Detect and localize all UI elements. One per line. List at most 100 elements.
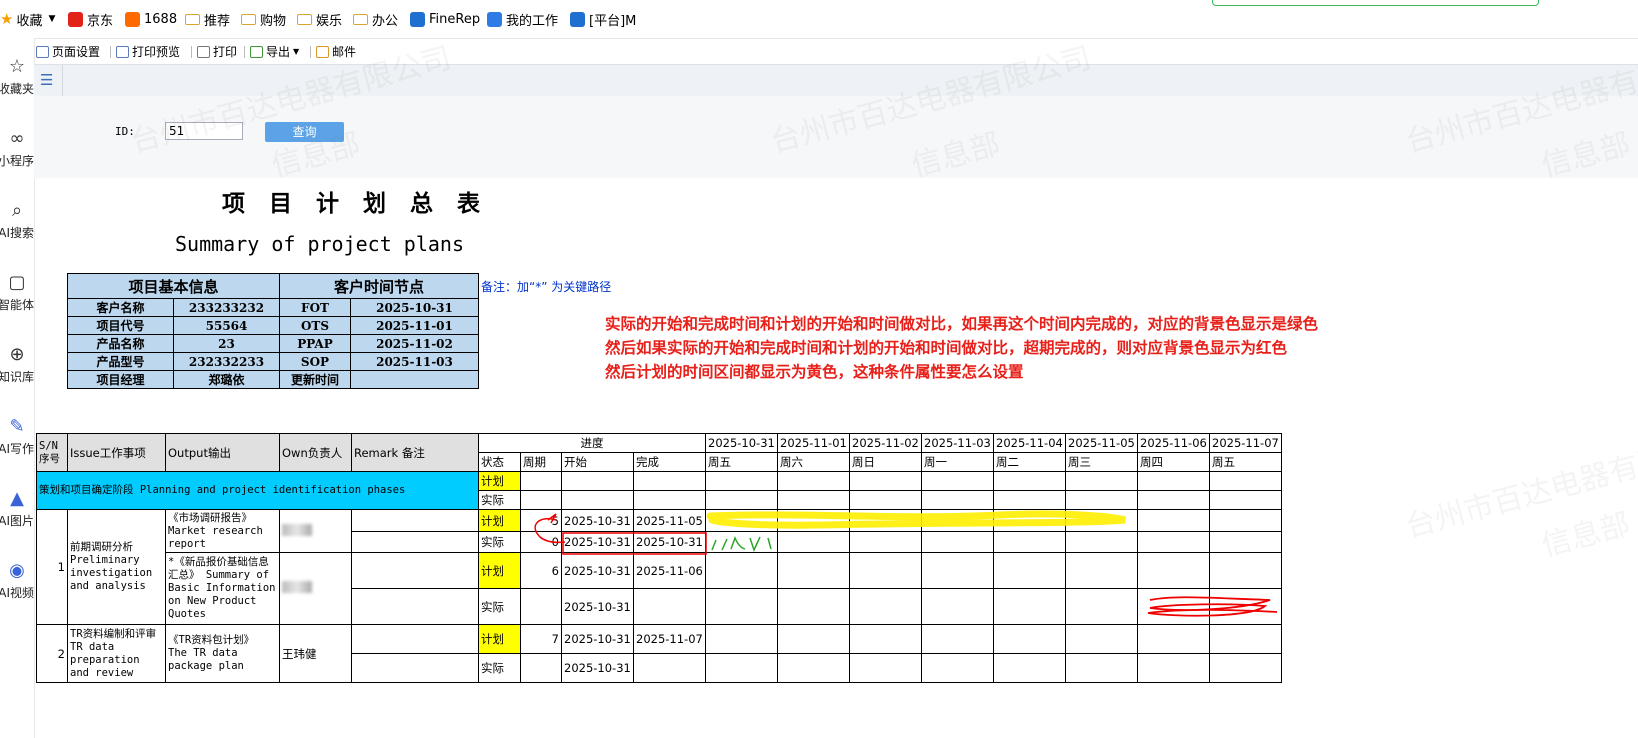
- info-value: 232332233: [173, 352, 280, 371]
- bookmark-mywork[interactable]: 我的工作: [487, 0, 558, 38]
- weekday-header: 周五: [705, 452, 778, 472]
- rail-ai-write[interactable]: ✎ AI写作: [0, 416, 34, 457]
- remark-cell: [351, 588, 479, 625]
- rail-favorites[interactable]: ☆ 收藏夹: [0, 56, 34, 97]
- day-cell: [705, 588, 778, 625]
- bookmark-folder-shopping[interactable]: 购物: [241, 0, 286, 38]
- watermark-text: 信息部: [1537, 506, 1634, 564]
- date-header: 2025-11-02: [849, 433, 922, 453]
- page-setup-icon: [36, 45, 49, 58]
- print-preview-button[interactable]: 打印预览: [116, 43, 180, 60]
- start-cell: 2025-10-31: [561, 531, 634, 553]
- rail-agent[interactable]: ▢ 智能体: [0, 272, 34, 313]
- export-button[interactable]: 导出 ▼: [250, 43, 299, 60]
- finish-cell: 2025-11-05: [633, 509, 706, 532]
- bookmark-label: 办公: [372, 13, 399, 29]
- day-cell: [1137, 653, 1210, 683]
- weekday-header: 周日: [849, 452, 922, 472]
- day-cell: [705, 531, 778, 553]
- info-value: 2025-11-02: [350, 334, 479, 353]
- day-cell: [1209, 624, 1282, 654]
- output-cell: 《市场调研报告》 Market research report: [165, 509, 280, 553]
- finish-cell: [633, 471, 706, 491]
- rail-miniprogram[interactable]: ∞ 小程序: [0, 128, 34, 169]
- rail-ai-search[interactable]: ⌕ AI搜索: [0, 200, 34, 241]
- start-cell: [561, 471, 634, 491]
- day-cell: [705, 509, 778, 532]
- print-button[interactable]: 打印: [197, 43, 237, 60]
- bookmark-platform[interactable]: [平台]M: [570, 0, 636, 38]
- bookmark-favorites[interactable]: ★ 收藏 ▼: [0, 0, 55, 38]
- day-cell: [777, 490, 850, 510]
- toolbar-divider: [110, 46, 111, 58]
- 1688-icon: [125, 11, 140, 27]
- bookmark-label: FineRep: [429, 11, 481, 27]
- bookmark-label: 收藏: [16, 13, 43, 29]
- remark-cell: [351, 531, 479, 553]
- day-cell: [993, 490, 1066, 510]
- bookmark-jd[interactable]: 京东: [68, 0, 113, 38]
- bookmark-finereport[interactable]: FineRep: [410, 0, 480, 38]
- question-line: 实际的开始和完成时间和计划的开始和时间做对比，如果再这个时间内完成的，对应的背景…: [605, 315, 1319, 333]
- parameter-bar-divider: [62, 65, 63, 97]
- day-cell: [849, 509, 922, 532]
- day-cell: [993, 552, 1066, 589]
- chevron-down-icon: ▼: [293, 47, 300, 56]
- sliders-icon[interactable]: ☰: [40, 72, 56, 88]
- weekday-header: 周六: [777, 452, 850, 472]
- day-cell: [777, 531, 850, 553]
- status-cell: 计划: [478, 509, 521, 532]
- header-start: 开始: [561, 452, 634, 472]
- bookmark-1688[interactable]: 1688: [125, 0, 177, 38]
- bookmark-folder-recommend[interactable]: 推荐: [185, 0, 230, 38]
- report-title-en: Summary of project plans: [175, 232, 464, 256]
- report-toolbar: 页面设置 打印预览 打印 导出 ▼ 邮件: [34, 40, 1638, 64]
- header-progress: 进度: [478, 433, 706, 453]
- bookmark-bar: ★ 收藏 ▼ 京东 1688 推荐 购物 娱乐 办公 FineRep 我的工作 …: [0, 0, 1638, 39]
- owner-cell: [279, 552, 352, 625]
- rail-label: AI搜索: [0, 226, 34, 240]
- folder-icon: [241, 13, 256, 25]
- info-value: 55564: [173, 316, 280, 335]
- day-cell: [993, 471, 1066, 491]
- finish-cell: [633, 588, 706, 625]
- task-plan-row: 2 TR资料编制和评审 TR data preparation and revi…: [36, 624, 1282, 683]
- rail-label: 小程序: [0, 154, 34, 168]
- print-preview-icon: [116, 45, 129, 58]
- day-cell: [1065, 552, 1138, 589]
- info-header-row: 项目基本信息 客户时间节点: [67, 273, 479, 299]
- owner-cell: [279, 509, 352, 553]
- day-cell: [849, 552, 922, 589]
- period-cell: 0: [520, 531, 562, 553]
- output-cell: *《新品报价基础信息汇总》 Summary of Basic Informati…: [165, 552, 280, 625]
- info-key: 产品名称: [67, 334, 174, 353]
- info-key: OTS: [279, 316, 351, 335]
- finish-cell: [633, 490, 706, 510]
- day-cell: [777, 471, 850, 491]
- agent-icon: ▢: [8, 272, 26, 293]
- page-setup-button[interactable]: 页面设置: [36, 43, 100, 60]
- info-key: 项目经理: [67, 370, 174, 389]
- miniprogram-icon: ∞: [9, 128, 25, 149]
- header-period: 周期: [520, 452, 562, 472]
- day-cell: [777, 552, 850, 589]
- project-plan-grid: S/N 序号 Issue工作事项 Output输出 Own负责人 Remark …: [36, 433, 1282, 683]
- question-line: 然后如果实际的开始和完成时间和计划的开始和时间做对比，超期完成的，则对应背景色显…: [605, 339, 1288, 357]
- rail-ai-video[interactable]: ◉ AI视频: [0, 560, 34, 601]
- finish-cell: 2025-10-31: [633, 531, 706, 553]
- info-key: 项目代号: [67, 316, 174, 335]
- star-icon: ☆: [8, 56, 26, 77]
- bookmark-folder-entertainment[interactable]: 娱乐: [297, 0, 342, 38]
- bookmark-folder-office[interactable]: 办公: [353, 0, 398, 38]
- rail-knowledge[interactable]: ⊕ 知识库: [0, 344, 34, 385]
- weekday-header: 周二: [993, 452, 1066, 472]
- jd-icon: [68, 11, 83, 27]
- task-plan-row: *《新品报价基础信息汇总》 Summary of Basic Informati…: [37, 552, 1282, 625]
- info-row: 客户名称 233233232 FOT 2025-10-31: [67, 298, 479, 317]
- redacted-owner: [282, 581, 312, 593]
- remark-cell: [351, 624, 479, 654]
- rail-ai-image[interactable]: ▲ AI图片: [0, 488, 34, 529]
- date-header: 2025-11-05: [1065, 433, 1138, 453]
- weekday-header: 周三: [1065, 452, 1138, 472]
- day-cell: [1209, 471, 1282, 491]
